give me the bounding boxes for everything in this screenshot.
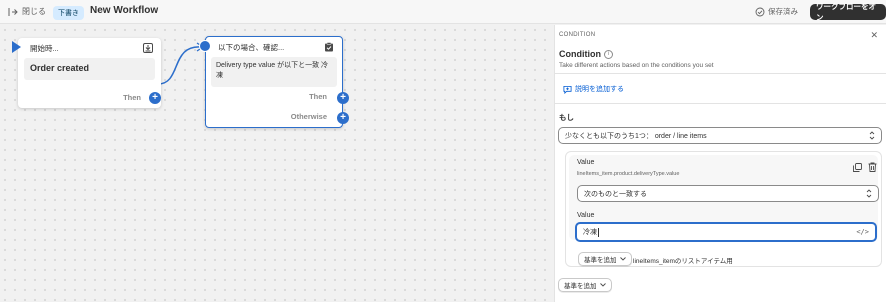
status-badge: 下書き bbox=[53, 6, 84, 20]
condition-node-header: 以下の場合、確認... bbox=[206, 37, 342, 57]
text-cursor bbox=[598, 227, 599, 237]
add-then-step-button[interactable]: + bbox=[337, 92, 349, 104]
operator-value: 次のものと一致する bbox=[584, 190, 647, 198]
comment-add-icon bbox=[563, 85, 572, 94]
chevron-down-icon bbox=[619, 257, 626, 261]
add-criteria-button[interactable]: 基準を追加 bbox=[578, 252, 632, 266]
clipboard-check-icon bbox=[325, 42, 333, 52]
select-chevron-icon bbox=[869, 131, 875, 140]
list-item-note: lineItems_itemのリストアイテム用 bbox=[633, 258, 733, 265]
exit-icon bbox=[8, 7, 18, 16]
add-description-link[interactable]: 説明を追加する bbox=[563, 84, 624, 94]
duplicate-icon[interactable] bbox=[853, 163, 862, 172]
download-icon bbox=[143, 43, 153, 53]
save-status: 保存済み bbox=[755, 6, 798, 17]
panel-title-text: Condition bbox=[559, 49, 601, 59]
trigger-node-title: 開始時... bbox=[30, 43, 59, 53]
add-otherwise-step-button[interactable]: + bbox=[337, 112, 349, 124]
trigger-node[interactable]: 開始時... Order created Then + bbox=[12, 38, 161, 108]
close-icon[interactable]: ✕ bbox=[870, 30, 878, 41]
divider bbox=[555, 103, 886, 104]
then-port-label: Then bbox=[123, 93, 141, 102]
panel-subtitle: Take different actions based on the cond… bbox=[559, 62, 714, 69]
comparison-value-label: Value bbox=[577, 212, 595, 219]
saved-check-icon bbox=[755, 7, 765, 16]
code-icon[interactable]: </> bbox=[856, 228, 869, 236]
chevron-down-icon bbox=[599, 283, 606, 287]
saved-label: 保存済み bbox=[768, 7, 798, 16]
condition-summary: Delivery type value が以下と一致 冷凍 bbox=[211, 57, 337, 87]
value-label: Value bbox=[577, 159, 595, 166]
comparison-value-text: 冷凍 bbox=[583, 229, 597, 236]
trigger-node-header: 開始時... bbox=[18, 38, 161, 58]
value-path: lineItems_item.product.deliveryType.valu… bbox=[577, 171, 680, 177]
condition-panel: CONDITION ✕ Condition i Take different a… bbox=[554, 25, 886, 302]
if-label: もし bbox=[559, 113, 574, 122]
top-bar: 閉じる 下書き New Workflow 保存済み ワークフローをオン bbox=[0, 0, 886, 24]
condition-node[interactable]: 以下の場合、確認... Delivery type value が以下と一致 冷… bbox=[199, 36, 349, 128]
close-button[interactable]: 閉じる bbox=[8, 6, 46, 17]
add-criteria-label: 基準を追加 bbox=[564, 283, 597, 290]
panel-title: Condition i bbox=[559, 49, 613, 59]
condition-scope-select[interactable]: 少なくとも以下のうち1つ： order / line items bbox=[558, 127, 882, 144]
workflow-canvas[interactable]: 開始時... Order created Then + 以下の場合、確認... … bbox=[0, 25, 554, 302]
connector-line bbox=[157, 46, 203, 85]
comparison-value-input[interactable]: 冷凍 </> bbox=[575, 222, 877, 242]
add-criteria-label: 基準を追加 bbox=[584, 257, 617, 264]
criteria-group: Value lineItems_item.product.deliveryTyp… bbox=[565, 151, 882, 267]
condition-scope-value: 少なくとも以下のうち1つ： order / line items bbox=[565, 132, 707, 140]
select-chevron-icon bbox=[866, 189, 872, 198]
add-criteria-button[interactable]: 基準を追加 bbox=[558, 278, 612, 292]
turn-on-workflow-button[interactable]: ワークフローをオン bbox=[810, 2, 886, 22]
close-label: 閉じる bbox=[22, 7, 46, 16]
info-icon[interactable]: i bbox=[604, 49, 613, 59]
plus-icon: + bbox=[340, 92, 346, 103]
condition-node-title: 以下の場合、確認... bbox=[218, 42, 285, 52]
add-step-button[interactable]: + bbox=[149, 92, 161, 104]
page-title: New Workflow bbox=[90, 5, 159, 16]
trigger-event: Order created bbox=[24, 58, 155, 80]
add-description-label: 説明を追加する bbox=[575, 86, 624, 93]
panel-category: CONDITION bbox=[559, 32, 596, 38]
plus-icon: + bbox=[340, 112, 346, 123]
divider bbox=[555, 73, 886, 74]
plus-icon: + bbox=[152, 92, 158, 103]
otherwise-port-label: Otherwise bbox=[290, 112, 327, 121]
operator-select[interactable]: 次のものと一致する bbox=[577, 185, 879, 202]
trash-icon[interactable] bbox=[868, 162, 877, 172]
then-port-label: Then bbox=[309, 92, 327, 101]
